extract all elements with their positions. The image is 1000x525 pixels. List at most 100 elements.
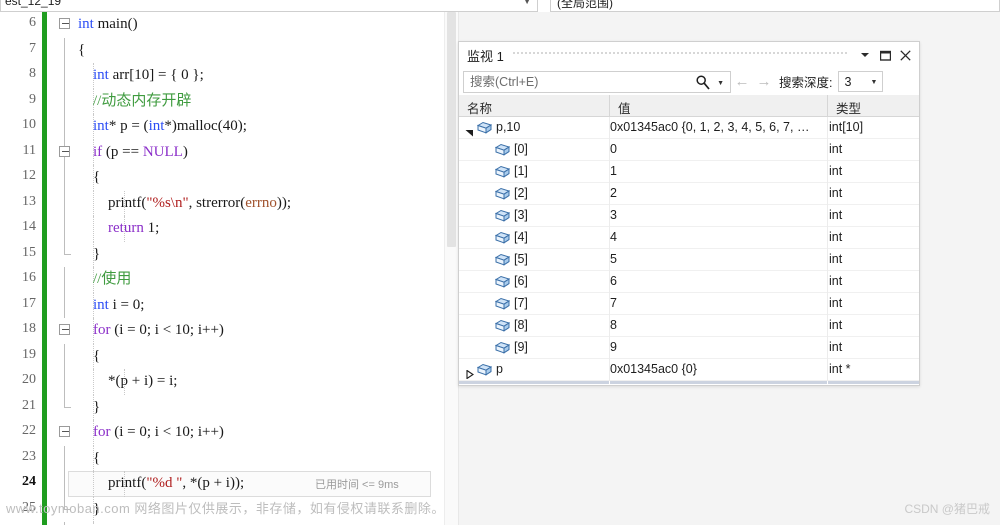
watch-row[interactable]: [5] 5 int xyxy=(459,249,919,271)
watch-row[interactable]: [9] 9 int xyxy=(459,337,919,359)
chevron-down-icon[interactable]: ▼ xyxy=(523,0,531,6)
code-line[interactable]: 9 //动态内存开辟 xyxy=(0,88,445,114)
code-line[interactable]: 18 for (i = 0; i < 10; i++) xyxy=(0,318,445,344)
chevron-down-icon[interactable]: ▼ xyxy=(871,79,878,86)
watch-table[interactable]: 名称 值 类型 p,10 0x01345ac0 {0, 1, 2, 3, 4, 5… xyxy=(459,95,919,384)
code-line[interactable]: 20 *(p + i) = i; xyxy=(0,369,445,395)
watch-row-name-cell[interactable]: [1] xyxy=(459,161,609,183)
code-line[interactable]: 16 //使用 xyxy=(0,267,445,293)
code-line[interactable]: 19 { xyxy=(0,343,445,369)
code-line[interactable]: 21 } xyxy=(0,394,445,421)
column-header-name[interactable]: 名称 xyxy=(467,98,492,117)
fold-gutter[interactable] xyxy=(55,445,75,471)
watch-row-name-cell[interactable]: [0] xyxy=(459,139,609,161)
watch-row-name-cell[interactable]: p xyxy=(459,359,609,381)
fold-toggle-icon[interactable] xyxy=(59,426,70,437)
watch-row[interactable]: p,10 0x01345ac0 {0, 1, 2, 3, 4, 5, 6, 7, … xyxy=(459,117,919,139)
fold-toggle-icon[interactable] xyxy=(59,145,70,157)
column-divider[interactable] xyxy=(827,95,828,117)
watch-row-name-cell[interactable]: p,10 xyxy=(459,117,609,139)
watch-row-value[interactable]: 0x01345ac0 {0, 1, 2, 3, 4, 5, 6, 7, … xyxy=(610,120,825,134)
watch-row[interactable]: [4] 4 int xyxy=(459,227,919,249)
search-next-icon[interactable]: → xyxy=(753,71,775,93)
watch-row-value[interactable]: 8 xyxy=(610,318,825,332)
fold-gutter[interactable] xyxy=(55,241,75,268)
code-line[interactable]: 23 { xyxy=(0,445,445,471)
code-line[interactable]: 8 int arr[10] = { 0 }; xyxy=(0,63,445,89)
code-line[interactable]: 11 if (p == NULL) xyxy=(0,139,445,165)
watch-add-row[interactable]: 添加要监视的项 xyxy=(459,381,919,384)
watch-row-name-cell[interactable]: [2] xyxy=(459,183,609,205)
watch-row-value[interactable]: 5 xyxy=(610,252,825,266)
code-line[interactable]: 22 for (i = 0; i < 10; i++) xyxy=(0,420,445,446)
fold-gutter[interactable] xyxy=(55,471,75,497)
fold-toggle-icon[interactable] xyxy=(59,18,70,29)
column-header-type[interactable]: 类型 xyxy=(836,98,861,117)
code-line[interactable]: 12 { xyxy=(0,165,445,191)
watch-row-name-cell[interactable]: [9] xyxy=(459,337,609,359)
scope-combo[interactable]: (全局范围) xyxy=(550,0,1000,12)
fold-gutter[interactable] xyxy=(55,165,75,191)
close-icon[interactable] xyxy=(895,45,915,65)
chevron-down-icon[interactable] xyxy=(855,45,875,65)
search-input[interactable] xyxy=(468,72,698,91)
fold-gutter[interactable] xyxy=(55,369,75,395)
watch-row-value[interactable]: 6 xyxy=(610,274,825,288)
drag-grip[interactable] xyxy=(511,42,847,68)
fold-gutter[interactable] xyxy=(55,318,75,344)
watch-row[interactable]: [2] 2 int xyxy=(459,183,919,205)
code-line[interactable]: 6 int main() xyxy=(0,12,445,38)
watch-row-name-cell[interactable]: [8] xyxy=(459,315,609,337)
fold-toggle-icon[interactable] xyxy=(59,324,70,335)
watch-title-bar[interactable]: 监视 1 xyxy=(459,42,919,68)
watch-row-name-cell[interactable]: [5] xyxy=(459,249,609,271)
watch-row-value[interactable]: 2 xyxy=(610,186,825,200)
code-line[interactable]: 13 printf("%s\n", strerror(errno)); xyxy=(0,190,445,216)
watch-rows[interactable]: p,10 0x01345ac0 {0, 1, 2, 3, 4, 5, 6, 7, … xyxy=(459,117,919,381)
fold-gutter[interactable] xyxy=(55,343,75,369)
watch-row[interactable]: [6] 6 int xyxy=(459,271,919,293)
tree-collapsed-icon[interactable] xyxy=(465,366,474,380)
fold-gutter[interactable] xyxy=(55,12,75,38)
fold-gutter[interactable] xyxy=(55,292,75,318)
code-lines[interactable]: 6 int main() 7{8 int arr[10] = { 0 }; 9 //动… xyxy=(0,12,445,525)
editor-scrollbar-thumb[interactable] xyxy=(447,12,456,247)
watch-row-name-cell[interactable]: [3] xyxy=(459,205,609,227)
watch-toolbar[interactable]: ▼ ← → 搜索深度: 3 ▼ xyxy=(459,68,919,95)
fold-gutter[interactable] xyxy=(55,394,75,421)
fold-gutter[interactable] xyxy=(55,139,75,165)
watch-row-value[interactable]: 0x01345ac0 {0} xyxy=(610,362,825,376)
fold-gutter[interactable] xyxy=(55,267,75,293)
search-icon[interactable] xyxy=(696,74,710,90)
search-options-chevron-icon[interactable]: ▼ xyxy=(717,80,724,87)
watch-row-value[interactable]: 7 xyxy=(610,296,825,310)
search-depth-combo[interactable]: 3 ▼ xyxy=(838,71,884,92)
watch-row-value[interactable]: 0 xyxy=(610,142,825,156)
watch-row-value[interactable]: 4 xyxy=(610,230,825,244)
tree-expanded-icon[interactable] xyxy=(465,124,474,137)
watch-window[interactable]: 监视 1 ▼ ← xyxy=(458,41,920,386)
code-line[interactable]: 10 int* p = (int*)malloc(40); xyxy=(0,114,445,140)
watch-row-name-cell[interactable]: [4] xyxy=(459,227,609,249)
fold-gutter[interactable] xyxy=(55,63,75,89)
watch-row[interactable]: p 0x01345ac0 {0} int * xyxy=(459,359,919,381)
code-line[interactable]: 17 int i = 0; xyxy=(0,292,445,318)
fold-gutter[interactable] xyxy=(55,190,75,216)
watch-row[interactable]: [3] 3 int xyxy=(459,205,919,227)
maximize-icon[interactable] xyxy=(875,45,895,65)
watch-row[interactable]: [8] 8 int xyxy=(459,315,919,337)
code-editor[interactable]: 6 int main() 7{8 int arr[10] = { 0 }; 9 //动… xyxy=(0,12,459,525)
watch-row[interactable]: [0] 0 int xyxy=(459,139,919,161)
code-line[interactable]: 24 printf("%d ", *(p + i)); 已用时间 <= 9ms xyxy=(0,471,445,497)
watch-row-value[interactable]: 3 xyxy=(610,208,825,222)
watch-row[interactable]: [1] 1 int xyxy=(459,161,919,183)
fold-gutter[interactable] xyxy=(55,420,75,446)
code-line[interactable]: 7{ xyxy=(0,37,445,63)
search-box[interactable]: ▼ xyxy=(463,70,731,93)
fold-gutter[interactable] xyxy=(55,216,75,242)
code-line[interactable]: 14 return 1; xyxy=(0,216,445,242)
column-divider[interactable] xyxy=(609,95,610,117)
fold-gutter[interactable] xyxy=(55,37,75,63)
watch-row-value[interactable]: 1 xyxy=(610,164,825,178)
editor-tab[interactable]: est_12_19 ▼ xyxy=(0,0,538,12)
